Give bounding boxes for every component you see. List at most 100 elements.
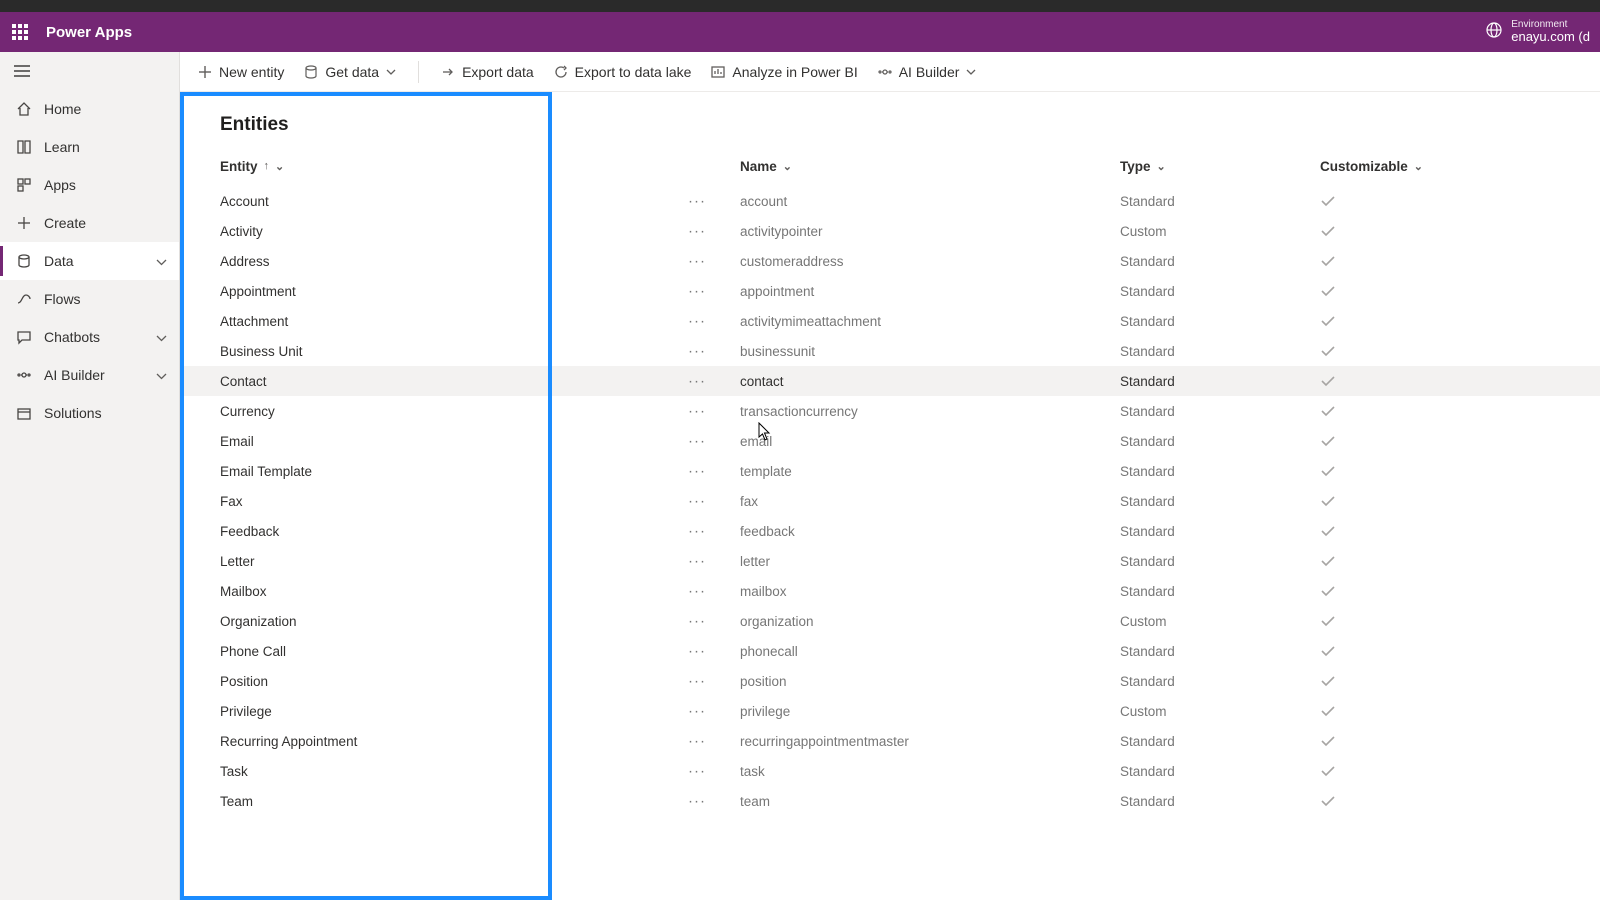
cell-customizable — [1320, 225, 1460, 237]
cell-entity: Position··· — [220, 674, 740, 689]
row-actions-button[interactable]: ··· — [688, 553, 706, 570]
sidebar-item-label: Solutions — [44, 405, 102, 421]
row-actions-button[interactable]: ··· — [688, 373, 706, 390]
table-row[interactable]: Currency···transactioncurrencyStandard — [180, 396, 1600, 426]
table-row[interactable]: Recurring Appointment···recurringappoint… — [180, 726, 1600, 756]
row-actions-button[interactable]: ··· — [688, 643, 706, 660]
sidebar-item-create[interactable]: Create — [0, 204, 179, 242]
cell-type: Custom — [1120, 224, 1320, 239]
row-actions-button[interactable]: ··· — [688, 343, 706, 360]
table-row[interactable]: Email Template···templateStandard — [180, 456, 1600, 486]
row-actions-button[interactable]: ··· — [688, 493, 706, 510]
cell-customizable — [1320, 495, 1460, 507]
sidebar-item-solutions[interactable]: Solutions — [0, 394, 179, 432]
hamburger-button[interactable] — [14, 65, 30, 77]
chevron-down-icon — [156, 329, 167, 345]
table-row[interactable]: Phone Call···phonecallStandard — [180, 636, 1600, 666]
cell-name: position — [740, 674, 1120, 689]
cell-type: Custom — [1120, 704, 1320, 719]
sidebar-item-flows[interactable]: Flows — [0, 280, 179, 318]
chevron-down-icon — [156, 367, 167, 383]
row-actions-button[interactable]: ··· — [688, 313, 706, 330]
table-row[interactable]: Mailbox···mailboxStandard — [180, 576, 1600, 606]
cell-type: Standard — [1120, 524, 1320, 539]
row-actions-button[interactable]: ··· — [688, 193, 706, 210]
table-row[interactable]: Activity···activitypointerCustom — [180, 216, 1600, 246]
row-actions-button[interactable]: ··· — [688, 793, 706, 810]
sidebar-item-home[interactable]: Home — [0, 90, 179, 128]
cell-customizable — [1320, 615, 1460, 627]
sidebar-item-apps[interactable]: Apps — [0, 166, 179, 204]
sidebar-item-ai-builder[interactable]: AI Builder — [0, 356, 179, 394]
table-row[interactable]: Email···emailStandard — [180, 426, 1600, 456]
home-icon — [14, 101, 34, 117]
cell-type: Standard — [1120, 404, 1320, 419]
row-actions-button[interactable]: ··· — [688, 283, 706, 300]
row-actions-button[interactable]: ··· — [688, 403, 706, 420]
ai-builder-button[interactable]: AI Builder — [878, 64, 977, 80]
cell-customizable — [1320, 645, 1460, 657]
row-actions-button[interactable]: ··· — [688, 673, 706, 690]
table-row[interactable]: Fax···faxStandard — [180, 486, 1600, 516]
row-actions-button[interactable]: ··· — [688, 463, 706, 480]
table-row[interactable]: Privilege···privilegeCustom — [180, 696, 1600, 726]
cmd-label: New entity — [219, 64, 284, 80]
cell-type: Standard — [1120, 434, 1320, 449]
cell-name: fax — [740, 494, 1120, 509]
col-header-customizable[interactable]: Customizable ⌄ — [1320, 159, 1460, 174]
sidebar-item-learn[interactable]: Learn — [0, 128, 179, 166]
table-row[interactable]: Task···taskStandard — [180, 756, 1600, 786]
col-header-entity[interactable]: Entity ↑ ⌄ — [220, 159, 740, 174]
cell-type: Standard — [1120, 794, 1320, 809]
cell-entity: Privilege··· — [220, 704, 740, 719]
analyze-button[interactable]: Analyze in Power BI — [711, 64, 857, 80]
header-bar: Power Apps Environment enayu.com (d — [0, 12, 1600, 52]
table-row[interactable]: Feedback···feedbackStandard — [180, 516, 1600, 546]
table-row[interactable]: Attachment···activitymimeattachmentStand… — [180, 306, 1600, 336]
col-header-name[interactable]: Name ⌄ — [740, 159, 1120, 174]
table-row[interactable]: Organization···organizationCustom — [180, 606, 1600, 636]
cell-customizable — [1320, 195, 1460, 207]
environment-selector[interactable]: Environment enayu.com (d — [1485, 19, 1600, 44]
table-row[interactable]: Appointment···appointmentStandard — [180, 276, 1600, 306]
sidebar-item-label: Flows — [44, 291, 81, 307]
table-row[interactable]: Address···customeraddressStandard — [180, 246, 1600, 276]
cell-name: transactioncurrency — [740, 404, 1120, 419]
cell-type: Standard — [1120, 284, 1320, 299]
cell-customizable — [1320, 555, 1460, 567]
page-title: Entities — [180, 92, 1600, 146]
cell-type: Standard — [1120, 194, 1320, 209]
chevron-down-icon: ⌄ — [1414, 160, 1423, 173]
export-data-button[interactable]: Export data — [441, 64, 534, 80]
row-actions-button[interactable]: ··· — [688, 733, 706, 750]
row-actions-button[interactable]: ··· — [688, 523, 706, 540]
sidebar-item-data[interactable]: Data — [0, 242, 179, 280]
sidebar-item-chatbots[interactable]: Chatbots — [0, 318, 179, 356]
row-actions-button[interactable]: ··· — [688, 613, 706, 630]
app-launcher-button[interactable] — [0, 12, 40, 52]
table-row[interactable]: Account···accountStandard — [180, 186, 1600, 216]
table-row[interactable]: Letter···letterStandard — [180, 546, 1600, 576]
row-actions-button[interactable]: ··· — [688, 253, 706, 270]
cell-name: team — [740, 794, 1120, 809]
table-row[interactable]: Business Unit···businessunitStandard — [180, 336, 1600, 366]
row-actions-button[interactable]: ··· — [688, 433, 706, 450]
cell-name: template — [740, 464, 1120, 479]
cell-name: contact — [740, 374, 1120, 389]
row-actions-button[interactable]: ··· — [688, 703, 706, 720]
row-actions-button[interactable]: ··· — [688, 223, 706, 240]
cmd-label: Export to data lake — [575, 64, 692, 80]
table-row[interactable]: Contact···contactStandard — [180, 366, 1600, 396]
export-lake-button[interactable]: Export to data lake — [554, 64, 692, 80]
cell-entity: Task··· — [220, 764, 740, 779]
table-row[interactable]: Team···teamStandard — [180, 786, 1600, 816]
row-actions-button[interactable]: ··· — [688, 583, 706, 600]
cell-type: Standard — [1120, 674, 1320, 689]
sidebar-item-label: Home — [44, 101, 81, 117]
new-entity-button[interactable]: New entity — [198, 64, 284, 80]
globe-icon — [1485, 21, 1503, 42]
get-data-button[interactable]: Get data — [304, 64, 396, 80]
col-header-type[interactable]: Type ⌄ — [1120, 159, 1320, 174]
table-row[interactable]: Position···positionStandard — [180, 666, 1600, 696]
row-actions-button[interactable]: ··· — [688, 763, 706, 780]
